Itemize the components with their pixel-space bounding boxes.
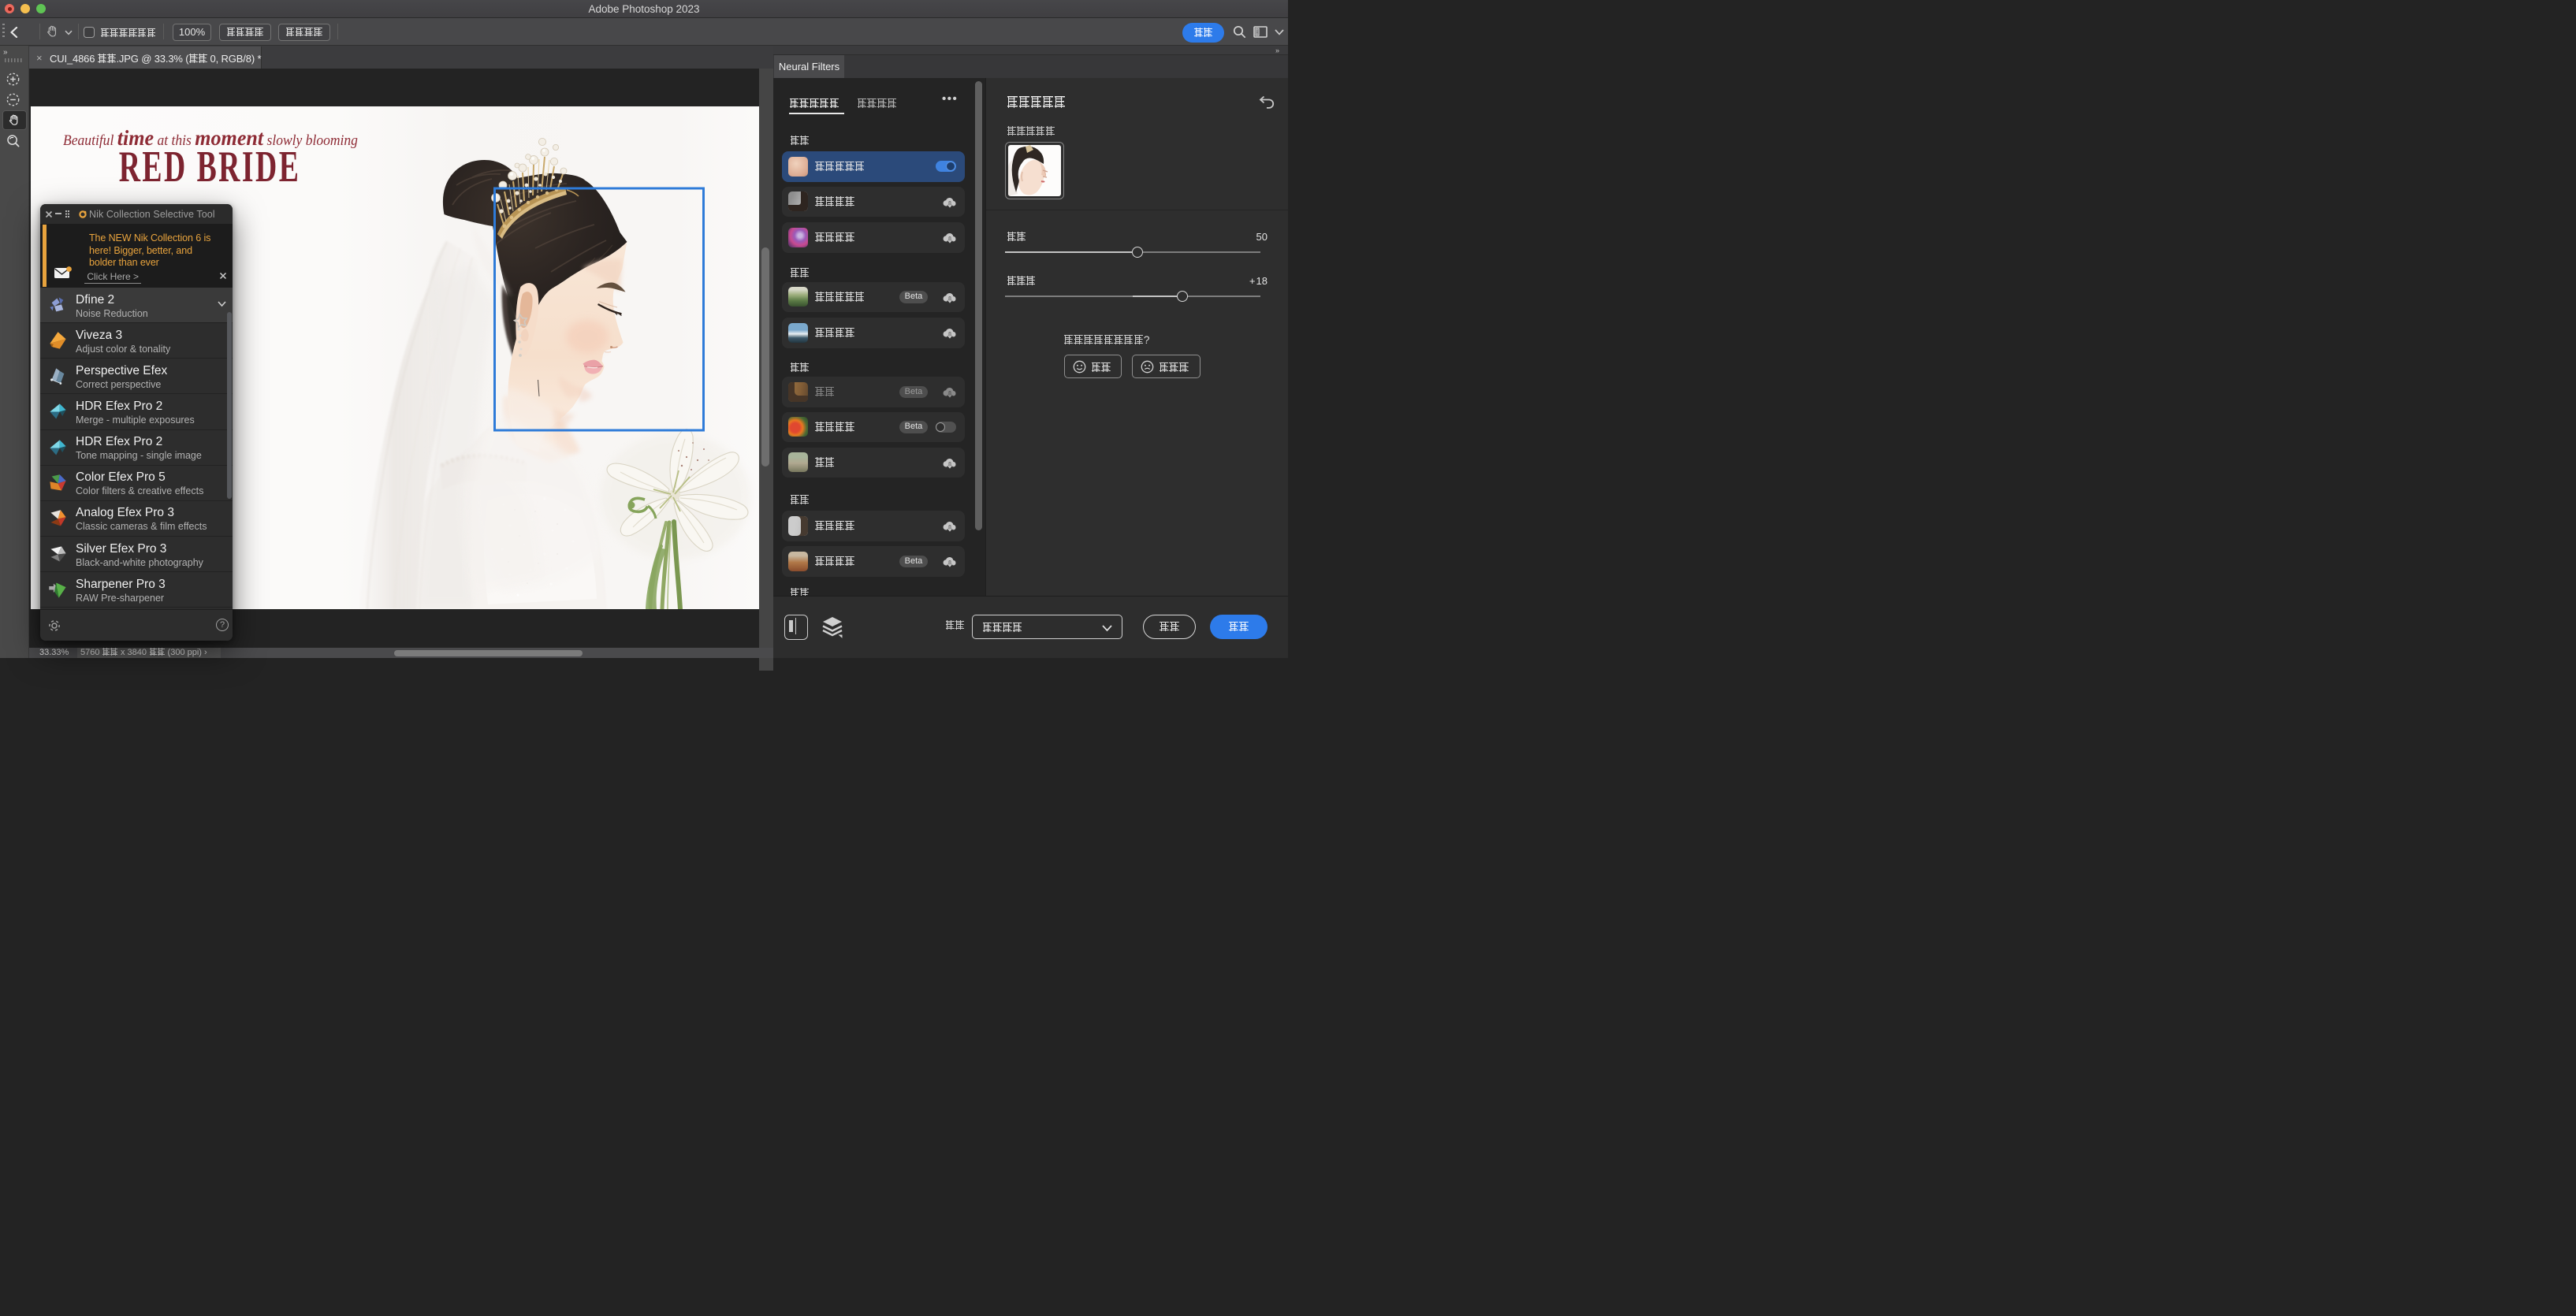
svg-text:RED BRIDE: RED BRIDE (118, 143, 300, 191)
